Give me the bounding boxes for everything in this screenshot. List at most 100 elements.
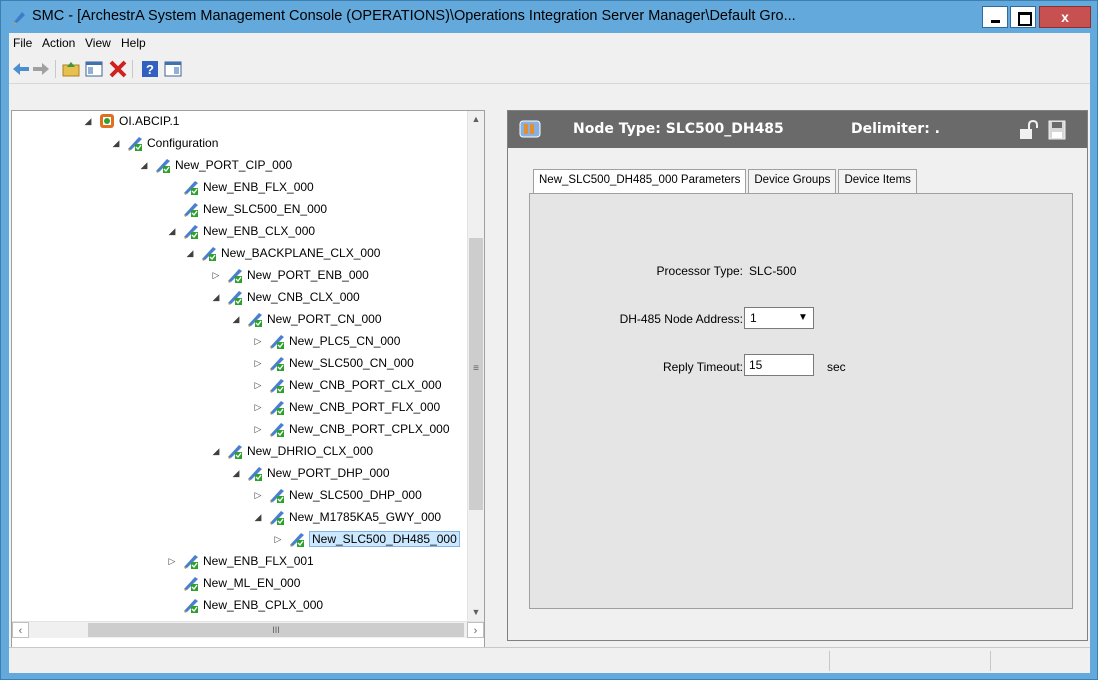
toolbar-separator (55, 60, 56, 78)
scroll-right-icon[interactable]: › (467, 622, 484, 638)
app-window: SMC - [ArchestrA System Management Conso… (0, 0, 1098, 680)
expand-icon[interactable]: ▷ (252, 490, 264, 501)
up-folder-icon[interactable] (61, 59, 81, 79)
delete-icon[interactable] (108, 59, 128, 79)
tree-item[interactable]: ▷ New_PLC5_CN_000 (252, 330, 400, 352)
close-button[interactable]: x (1039, 6, 1091, 28)
title-bar[interactable]: SMC - [ArchestrA System Management Conso… (1, 1, 1097, 33)
tree-item-label: New_DHRIO_CLX_000 (247, 444, 374, 458)
show-hide-tree-icon[interactable] (84, 59, 104, 79)
tab-device-groups[interactable]: Device Groups (748, 169, 837, 193)
toolbar: ? (9, 54, 1090, 84)
expand-icon[interactable]: ▷ (252, 424, 264, 435)
collapse-icon[interactable]: ◢ (210, 446, 222, 457)
minimize-button[interactable] (982, 6, 1008, 28)
status-separator (829, 651, 830, 671)
collapse-icon[interactable]: ◢ (230, 314, 242, 325)
node-icon (156, 159, 170, 173)
tree-item[interactable]: ◢ Configuration (110, 132, 218, 154)
tree-item-label: New_ENB_FLX_001 (203, 554, 314, 568)
tree-item[interactable]: ◢ New_PORT_CN_000 (230, 308, 382, 330)
tree-item[interactable]: ◢ New_PORT_DHP_000 (230, 462, 390, 484)
tree-item[interactable]: ▷ New_PORT_ENB_000 (210, 264, 369, 286)
tree-item-label: New_PORT_CN_000 (267, 312, 382, 326)
expand-icon[interactable]: ▷ (252, 402, 264, 413)
properties-icon[interactable] (163, 59, 183, 79)
tree-item-label: Configuration (147, 136, 219, 150)
node-icon (270, 379, 284, 393)
reply-timeout-unit: sec (827, 360, 846, 374)
help-icon[interactable]: ? (140, 59, 160, 79)
collapse-icon[interactable]: ◢ (230, 468, 242, 479)
tab-parameters[interactable]: New_SLC500_DH485_000 Parameters (533, 169, 747, 194)
device-logo-icon (519, 120, 541, 138)
tree-item[interactable]: ◢ OI.ABCIP.1 (82, 111, 179, 132)
expand-icon[interactable]: ▷ (210, 270, 222, 281)
tree-item[interactable]: New_ENB_FLX_000 (166, 176, 314, 198)
tree-item[interactable]: ◢ New_BACKPLANE_CLX_000 (184, 242, 380, 264)
tree-item[interactable]: ▷ New_CNB_PORT_CPLX_000 (252, 418, 450, 440)
node-icon (270, 511, 284, 525)
collapse-icon[interactable]: ◢ (82, 116, 94, 127)
node-address-select[interactable]: 1 ▼ (744, 307, 814, 329)
expand-icon[interactable]: ▷ (272, 534, 284, 545)
tree-item-label: New_SLC500_EN_000 (203, 202, 328, 216)
tree-item[interactable]: ◢ New_ENB_CLX_000 (166, 220, 315, 242)
node-icon (270, 489, 284, 503)
expand-icon[interactable]: ▷ (166, 556, 178, 567)
tree-view: ◢ OI.ABCIP.1 ◢ Configuration ◢ New_PORT_CIP_0… (12, 111, 467, 621)
tab-device-items[interactable]: Device Items (838, 169, 917, 193)
tree-item[interactable]: ▷ New_ENB_FLX_001 (166, 550, 314, 572)
tree-item-label: New_ML_EN_000 (203, 576, 301, 590)
tree-item[interactable]: New_ML_EN_000 (166, 572, 300, 594)
collapse-icon[interactable]: ◢ (184, 248, 196, 259)
menu-file[interactable]: File (13, 36, 32, 50)
menu-help[interactable]: Help (121, 36, 146, 50)
scroll-up-icon[interactable]: ▲ (468, 111, 484, 128)
tree-item[interactable]: ▷ New_CNB_PORT_CLX_000 (252, 374, 442, 396)
node-icon (184, 181, 198, 195)
node-icon (202, 247, 216, 261)
tree-item[interactable]: ◢ New_M1785KA5_GWY_000 (252, 506, 441, 528)
horizontal-scroll-thumb[interactable]: III (88, 623, 464, 637)
scroll-down-icon[interactable]: ▼ (468, 604, 484, 621)
maximize-button[interactable] (1010, 6, 1036, 28)
tree-item[interactable]: ◢ New_CNB_CLX_000 (210, 286, 360, 308)
expand-icon[interactable]: ▷ (252, 336, 264, 347)
back-arrow-icon[interactable] (11, 59, 31, 79)
menu-action[interactable]: Action (42, 36, 75, 50)
tree-item[interactable]: ◢ New_DHRIO_CLX_000 (210, 440, 373, 462)
save-icon[interactable] (1048, 120, 1066, 140)
processor-type-value: SLC-500 (749, 264, 797, 278)
chevron-down-icon[interactable]: ▼ (795, 310, 811, 326)
tree-item[interactable]: ▷ New_CNB_PORT_FLX_000 (252, 396, 440, 418)
collapse-icon[interactable]: ◢ (252, 512, 264, 523)
scroll-left-icon[interactable]: ‹ (12, 622, 29, 638)
collapse-icon[interactable]: ◢ (110, 138, 122, 149)
tree-item[interactable]: New_ENB_CPLX_000 (166, 594, 323, 616)
tree-item-label: New_ENB_FLX_000 (203, 180, 314, 194)
expand-icon[interactable]: ▷ (252, 380, 264, 391)
expand-icon[interactable]: ▷ (252, 358, 264, 369)
collapse-icon[interactable]: ◢ (166, 226, 178, 237)
vertical-scroll-thumb[interactable]: ≡ (469, 238, 483, 510)
horizontal-scrollbar[interactable]: ‹ III › (12, 621, 484, 638)
menu-view[interactable]: View (85, 36, 111, 50)
tree-item[interactable]: ▷ New_SLC500_DH485_000 (272, 528, 460, 550)
tree-item[interactable]: New_SLC500_EN_000 (166, 198, 327, 220)
scroll-grip-icon: ≡ (473, 363, 479, 374)
tree-item[interactable]: ▷ New_SLC500_CN_000 (252, 352, 414, 374)
collapse-icon[interactable]: ◢ (210, 292, 222, 303)
tree-item-label: New_PORT_ENB_000 (247, 268, 369, 282)
vertical-scrollbar[interactable]: ▲ ≡ ▼ (467, 111, 484, 621)
close-icon: x (1061, 9, 1069, 25)
forward-arrow-icon[interactable] (31, 59, 51, 79)
svg-text:?: ? (146, 62, 154, 77)
node-icon (184, 225, 198, 239)
tree-item[interactable]: ◢ New_PORT_CIP_000 (138, 154, 292, 176)
reply-timeout-input[interactable] (744, 354, 814, 376)
collapse-icon[interactable]: ◢ (138, 160, 150, 171)
tree-item[interactable]: ▷ New_SLC500_DHP_000 (252, 484, 422, 506)
unlock-icon[interactable] (1018, 120, 1038, 140)
node-address-label: DH-485 Node Address: (619, 312, 743, 326)
